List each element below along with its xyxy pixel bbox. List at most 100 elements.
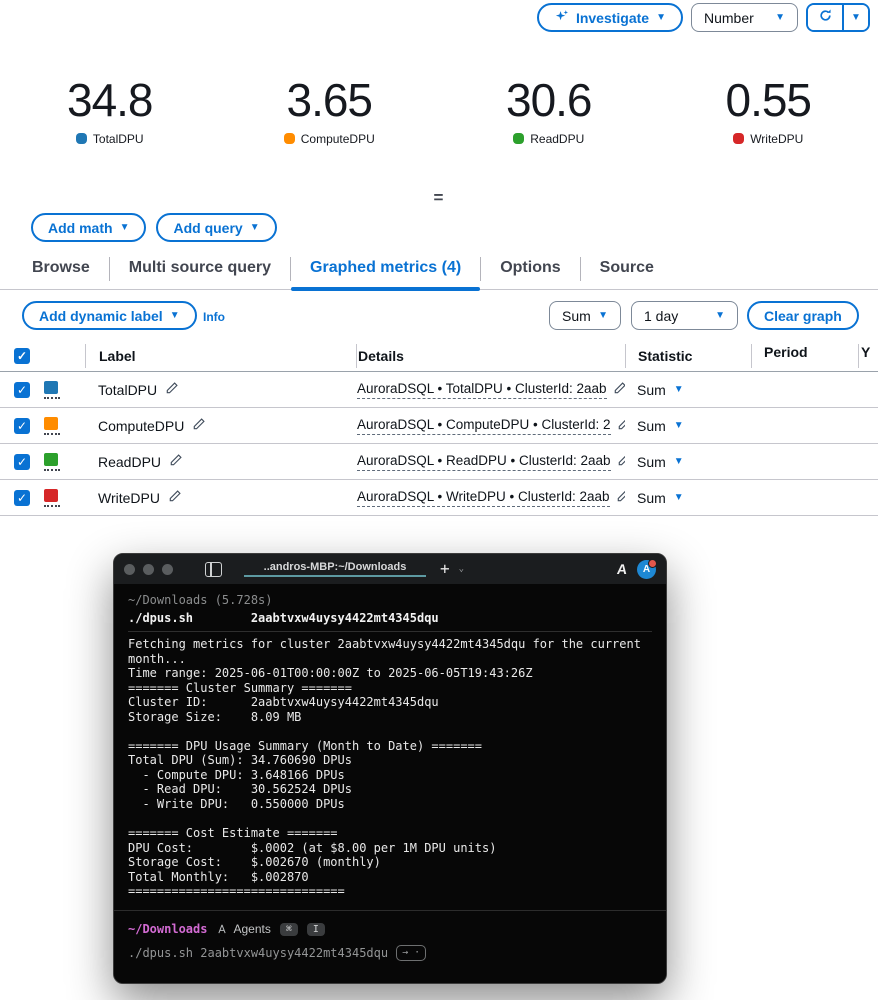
metric-summary-row: 34.8 TotalDPU 3.65 ComputeDPU 30.6 ReadD… bbox=[0, 75, 878, 146]
chevron-down-icon: ▼ bbox=[851, 11, 861, 23]
tab-browse[interactable]: Browse bbox=[13, 259, 109, 289]
metric-value: 34.8 bbox=[66, 74, 154, 126]
new-tab-button[interactable]: + bbox=[440, 561, 450, 577]
refresh-options-button[interactable]: ▼ bbox=[842, 5, 868, 30]
window-minimize-button[interactable] bbox=[143, 563, 154, 575]
chevron-down-icon: ▼ bbox=[715, 309, 725, 321]
top-action-bar: Investigate ▼ Number ▼ ▼ bbox=[536, 3, 870, 32]
terminal-output-block: ~/Downloads (5.728s) ./dpus.sh 2aabtvxw4… bbox=[114, 584, 666, 899]
clear-graph-button[interactable]: Clear graph bbox=[747, 301, 859, 330]
row-statistic-value: Sum bbox=[637, 417, 666, 434]
table-row: ✓ WriteDPU AuroraDSQL • WriteDPU • Clust… bbox=[0, 480, 878, 516]
edit-label-pencil-icon[interactable] bbox=[165, 381, 179, 398]
add-query-button[interactable]: Add query ▼ bbox=[156, 213, 277, 242]
chevron-down-icon: ▼ bbox=[119, 221, 130, 233]
tab-graphed-metrics[interactable]: Graphed metrics (4) bbox=[291, 259, 481, 291]
info-link[interactable]: Info bbox=[203, 310, 225, 324]
clear-graph-label: Clear graph bbox=[764, 307, 842, 324]
metric-label: WriteDPU bbox=[750, 131, 804, 146]
metric-color-swatch[interactable] bbox=[44, 488, 60, 507]
chevron-down-icon: ▼ bbox=[775, 11, 785, 23]
edit-details-pencil-icon[interactable] bbox=[616, 489, 625, 506]
agent-a-icon bbox=[218, 924, 227, 934]
add-dynamic-label-button[interactable]: Add dynamic label ▼ bbox=[22, 301, 197, 330]
panel-resize-handle[interactable]: = bbox=[0, 188, 878, 208]
edit-details-pencil-icon[interactable] bbox=[617, 453, 625, 470]
row-checkbox[interactable]: ✓ bbox=[14, 453, 30, 470]
chevron-down-icon: ▼ bbox=[673, 492, 684, 503]
metric-details: AuroraDSQL • WriteDPU • ClusterId: 2aab bbox=[357, 489, 610, 507]
chevron-down-icon: ▼ bbox=[249, 221, 260, 233]
warp-ai-icon[interactable]: A bbox=[616, 561, 628, 577]
chevron-down-icon: ▼ bbox=[656, 11, 666, 23]
cmd-key-badge: ⌘ bbox=[279, 922, 298, 936]
statistic-select[interactable]: Sum ▼ bbox=[549, 301, 621, 330]
column-header-period: Period bbox=[764, 344, 808, 360]
edit-details-pencil-icon[interactable] bbox=[613, 381, 625, 398]
column-header-statistic: Statistic bbox=[638, 348, 693, 364]
column-header-y-axis: Y bbox=[861, 344, 871, 360]
i-key-badge: I bbox=[306, 922, 325, 936]
row-statistic-value: Sum bbox=[637, 453, 666, 470]
table-row: ✓ ComputeDPU AuroraDSQL • ComputeDPU • C… bbox=[0, 408, 878, 444]
metric-details: AuroraDSQL • ReadDPU • ClusterId: 2aab bbox=[357, 453, 611, 471]
legend-dot bbox=[513, 133, 525, 145]
tab-multi-source-query[interactable]: Multi source query bbox=[110, 259, 290, 289]
row-statistic-dropdown[interactable]: Sum ▼ bbox=[625, 418, 751, 434]
user-avatar[interactable]: A bbox=[637, 558, 657, 579]
terminal-window: ..andros-MBP:~/Downloads + ⌄ A A ~/Downl… bbox=[113, 553, 667, 984]
add-dynamic-label-text: Add dynamic label bbox=[39, 307, 163, 324]
metric-details: AuroraDSQL • TotalDPU • ClusterId: 2aab bbox=[357, 381, 607, 399]
statistic-value: Sum bbox=[562, 307, 591, 324]
metric-value: 30.6 bbox=[505, 74, 593, 126]
row-checkbox[interactable]: ✓ bbox=[14, 489, 30, 506]
edit-label-pencil-icon[interactable] bbox=[192, 417, 206, 434]
graphed-metrics-table: ✓ Label Details Statistic Period Y ✓ Tot… bbox=[0, 341, 878, 516]
legend-dot bbox=[75, 133, 87, 145]
chevron-down-icon: ▼ bbox=[673, 384, 684, 395]
tab-options[interactable]: Options bbox=[481, 259, 579, 289]
window-close-button[interactable] bbox=[124, 563, 135, 575]
history-suggestion: ./dpus.sh 2aabtvxw4uysy4422mt4345dqu bbox=[128, 946, 389, 960]
tab-source[interactable]: Source bbox=[581, 259, 673, 289]
metric-label: TotalDPU bbox=[92, 131, 144, 146]
select-all-checkbox[interactable]: ✓ bbox=[14, 348, 30, 364]
row-statistic-dropdown[interactable]: Sum ▼ bbox=[625, 490, 751, 506]
view-type-select[interactable]: Number ▼ bbox=[691, 3, 798, 32]
chevron-down-icon[interactable]: ⌄ bbox=[459, 564, 464, 574]
terminal-prompt: ~/Downloads Agents ⌘ I ./dpus.sh 2aabtvx… bbox=[114, 910, 666, 983]
metric-color-swatch[interactable] bbox=[44, 380, 60, 399]
metric-label: ComputeDPU bbox=[300, 131, 375, 146]
period-select[interactable]: 1 day ▼ bbox=[631, 301, 738, 330]
terminal-tab[interactable]: ..andros-MBP:~/Downloads bbox=[244, 561, 426, 577]
add-math-button[interactable]: Add math ▼ bbox=[31, 213, 147, 242]
window-zoom-button[interactable] bbox=[162, 563, 173, 575]
metric-color-swatch[interactable] bbox=[44, 452, 60, 471]
metric-writedpu: 0.55 WriteDPU bbox=[659, 75, 878, 146]
edit-label-pencil-icon[interactable] bbox=[168, 489, 182, 506]
accept-suggestion-hint[interactable]: → · bbox=[396, 945, 427, 961]
sidebar-toggle-icon[interactable] bbox=[205, 561, 222, 577]
refresh-button[interactable] bbox=[808, 5, 842, 30]
row-statistic-dropdown[interactable]: Sum ▼ bbox=[625, 454, 751, 470]
metric-computedpu: 3.65 ComputeDPU bbox=[220, 75, 440, 146]
row-checkbox[interactable]: ✓ bbox=[14, 417, 30, 434]
investigate-button[interactable]: Investigate ▼ bbox=[536, 3, 683, 32]
metric-value: 3.65 bbox=[286, 74, 373, 126]
row-statistic-dropdown[interactable]: Sum ▼ bbox=[625, 382, 751, 398]
add-query-label: Add query bbox=[173, 219, 243, 236]
command-input[interactable]: ./dpus.sh 2aabtvxw4uysy4422mt4345dqu → · bbox=[128, 945, 652, 961]
metric-label: ReadDPU bbox=[530, 131, 585, 146]
command-output: Fetching metrics for cluster 2aabtvxw4uy… bbox=[128, 631, 652, 899]
row-checkbox[interactable]: ✓ bbox=[14, 381, 30, 398]
terminal-titlebar: ..andros-MBP:~/Downloads + ⌄ A A bbox=[114, 554, 666, 584]
executed-command: ./dpus.sh 2aabtvxw4uysy4422mt4345dqu bbox=[128, 611, 439, 625]
metric-totaldpu: 34.8 TotalDPU bbox=[0, 75, 220, 146]
metric-row-label: ReadDPU bbox=[98, 453, 162, 470]
edit-label-pencil-icon[interactable] bbox=[169, 453, 183, 470]
metric-color-swatch[interactable] bbox=[44, 416, 60, 435]
metrics-tab-bar: Browse Multi source query Graphed metric… bbox=[0, 250, 878, 291]
sparkle-icon bbox=[554, 9, 569, 27]
agents-mode-indicator[interactable]: Agents bbox=[216, 922, 271, 936]
edit-details-pencil-icon[interactable] bbox=[617, 417, 625, 434]
